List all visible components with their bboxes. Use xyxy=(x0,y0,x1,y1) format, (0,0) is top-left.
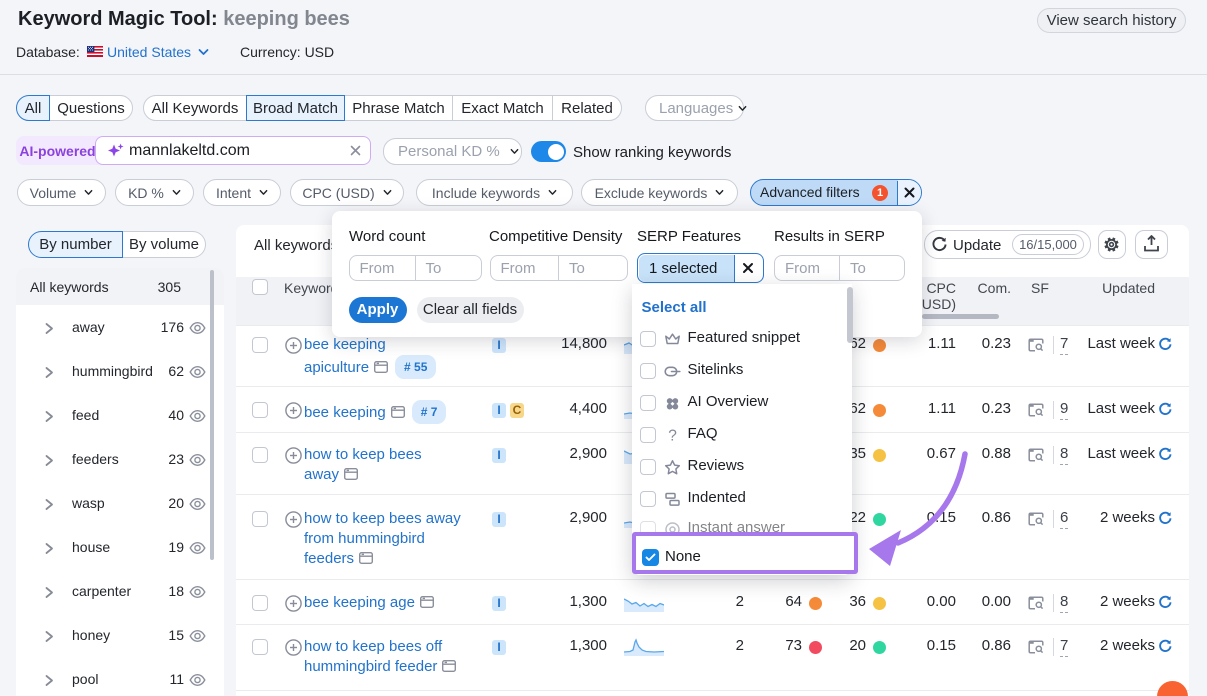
svg-text:?: ? xyxy=(668,427,677,444)
